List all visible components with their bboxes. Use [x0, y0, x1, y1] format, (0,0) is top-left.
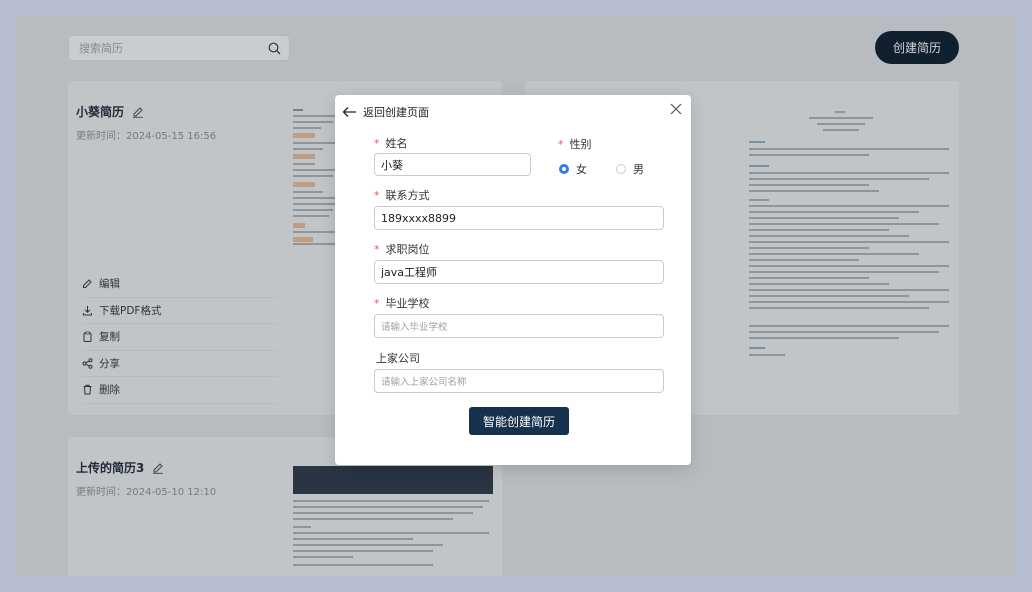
back-label: 返回创建页面 — [363, 106, 429, 119]
contact-label: * 联系方式 — [374, 189, 430, 202]
company-field[interactable] — [374, 369, 664, 393]
create-resume-modal: 返回创建页面 *姓名 *性别 女 男 *联系方式 *求职岗位 *毕业学校 上家公… — [335, 95, 691, 465]
contact-field[interactable] — [374, 206, 664, 230]
position-label: * 求职岗位 — [374, 243, 430, 256]
name-label: * 姓名 — [374, 137, 408, 150]
arrow-left-icon[interactable] — [342, 106, 357, 118]
school-field[interactable] — [374, 314, 664, 338]
school-label: * 毕业学校 — [374, 297, 430, 310]
resume-list-page: 创建简历 小葵简历 更新时间：2024-05-15 16:56 — [16, 16, 1016, 576]
smart-create-button[interactable]: 智能创建简历 — [469, 407, 569, 435]
back-link[interactable]: 返回创建页面 — [342, 104, 429, 120]
gender-label: * 性别 — [558, 138, 592, 151]
gender-female-radio[interactable]: 女 — [559, 161, 587, 177]
position-field[interactable] — [374, 260, 664, 284]
name-field[interactable] — [374, 153, 531, 176]
radio-checked-icon — [559, 164, 569, 174]
gender-male-radio[interactable]: 男 — [616, 161, 644, 177]
radio-unchecked-icon — [616, 164, 626, 174]
company-label: 上家公司 — [376, 352, 420, 365]
close-icon[interactable] — [670, 103, 682, 115]
